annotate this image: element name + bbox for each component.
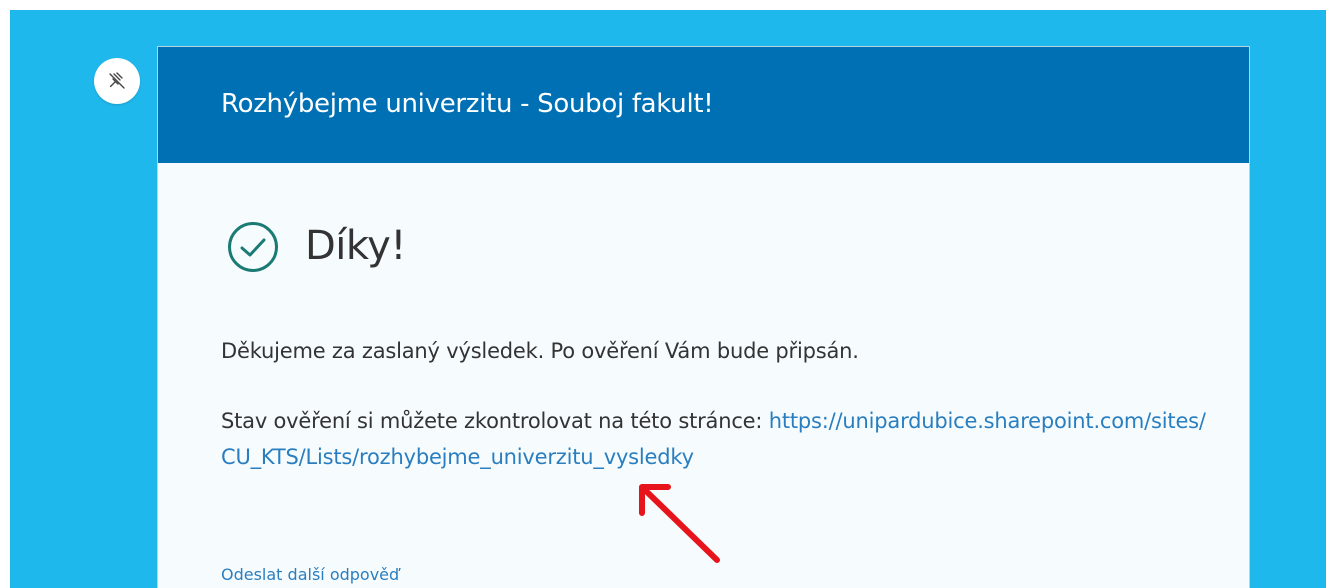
status-prefix: Stav ověření si můžete zkontrolovat na t… [221,409,769,433]
unpin-icon [109,72,125,89]
status-message: Stav ověření si můžete zkontrolovat na t… [221,403,1206,475]
red-arrow-icon [639,484,720,563]
confirmation-message: Děkujeme za zaslaný výsledek. Po ověření… [221,339,859,363]
thanks-heading: Díky! [305,223,406,269]
submit-another-link[interactable]: Odeslat další odpověď [221,565,399,584]
unpin-button[interactable] [94,58,140,104]
form-header: Rozhýbejme univerzitu - Souboj fakult! [158,47,1249,163]
form-title: Rozhýbejme univerzitu - Souboj fakult! [221,89,714,119]
check-circle-icon [228,222,278,272]
